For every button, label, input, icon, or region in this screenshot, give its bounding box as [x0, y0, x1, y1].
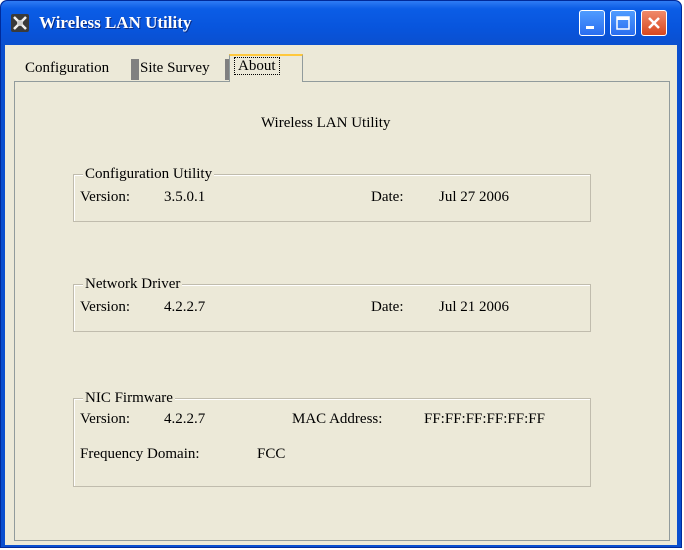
minimize-button[interactable] — [579, 10, 605, 36]
version-label: Version: — [80, 411, 130, 427]
mac-address-label: MAC Address: — [292, 411, 383, 427]
group-title: NIC Firmware — [83, 389, 175, 407]
minimize-icon — [586, 26, 594, 29]
about-tab-page: Wireless LAN Utility Configuration Utili… — [14, 81, 670, 541]
date-value: Jul 27 2006 — [439, 189, 510, 205]
maximize-icon — [616, 16, 630, 30]
version-label: Version: — [80, 189, 130, 205]
window-client-area: Configuration Site Survey Wireless LAN U… — [5, 45, 677, 545]
tab-about[interactable]: About — [229, 54, 303, 82]
network-driver-group: Network Driver Version: 4.2.2.7 Date: Ju… — [73, 275, 591, 332]
about-heading: Wireless LAN Utility — [261, 115, 391, 131]
close-icon — [648, 17, 660, 29]
title-bar[interactable]: Wireless LAN Utility — [1, 1, 681, 45]
nic-firmware-group: NIC Firmware Version: 4.2.2.7 MAC Addres… — [73, 389, 591, 487]
close-button[interactable] — [641, 10, 667, 36]
version-label: Version: — [80, 299, 130, 315]
version-value: 3.5.0.1 — [164, 189, 206, 205]
date-label: Date: — [371, 299, 404, 315]
config-utility-group: Configuration Utility Version: 3.5.0.1 D… — [73, 165, 591, 222]
app-window: Wireless LAN Utility Configuration Site … — [0, 0, 682, 548]
version-value: 4.2.2.7 — [164, 411, 206, 427]
tab-label: Site Survey — [140, 60, 210, 76]
tab-label: Configuration — [25, 60, 110, 76]
frequency-domain-value: FCC — [257, 446, 286, 462]
frequency-domain-label: Frequency Domain: — [80, 446, 200, 462]
maximize-button[interactable] — [610, 10, 636, 36]
window-title: Wireless LAN Utility — [39, 13, 192, 32]
mac-address-value: FF:FF:FF:FF:FF:FF — [424, 411, 545, 427]
date-value: Jul 21 2006 — [439, 299, 510, 315]
tab-label: About — [234, 57, 280, 75]
date-label: Date: — [371, 189, 404, 205]
group-title: Network Driver — [83, 275, 183, 293]
version-value: 4.2.2.7 — [164, 299, 206, 315]
tab-configuration[interactable]: Configuration — [21, 58, 113, 82]
network-card-icon — [10, 13, 30, 33]
tab-site-survey[interactable]: Site Survey — [136, 58, 214, 82]
group-title: Configuration Utility — [83, 165, 215, 183]
